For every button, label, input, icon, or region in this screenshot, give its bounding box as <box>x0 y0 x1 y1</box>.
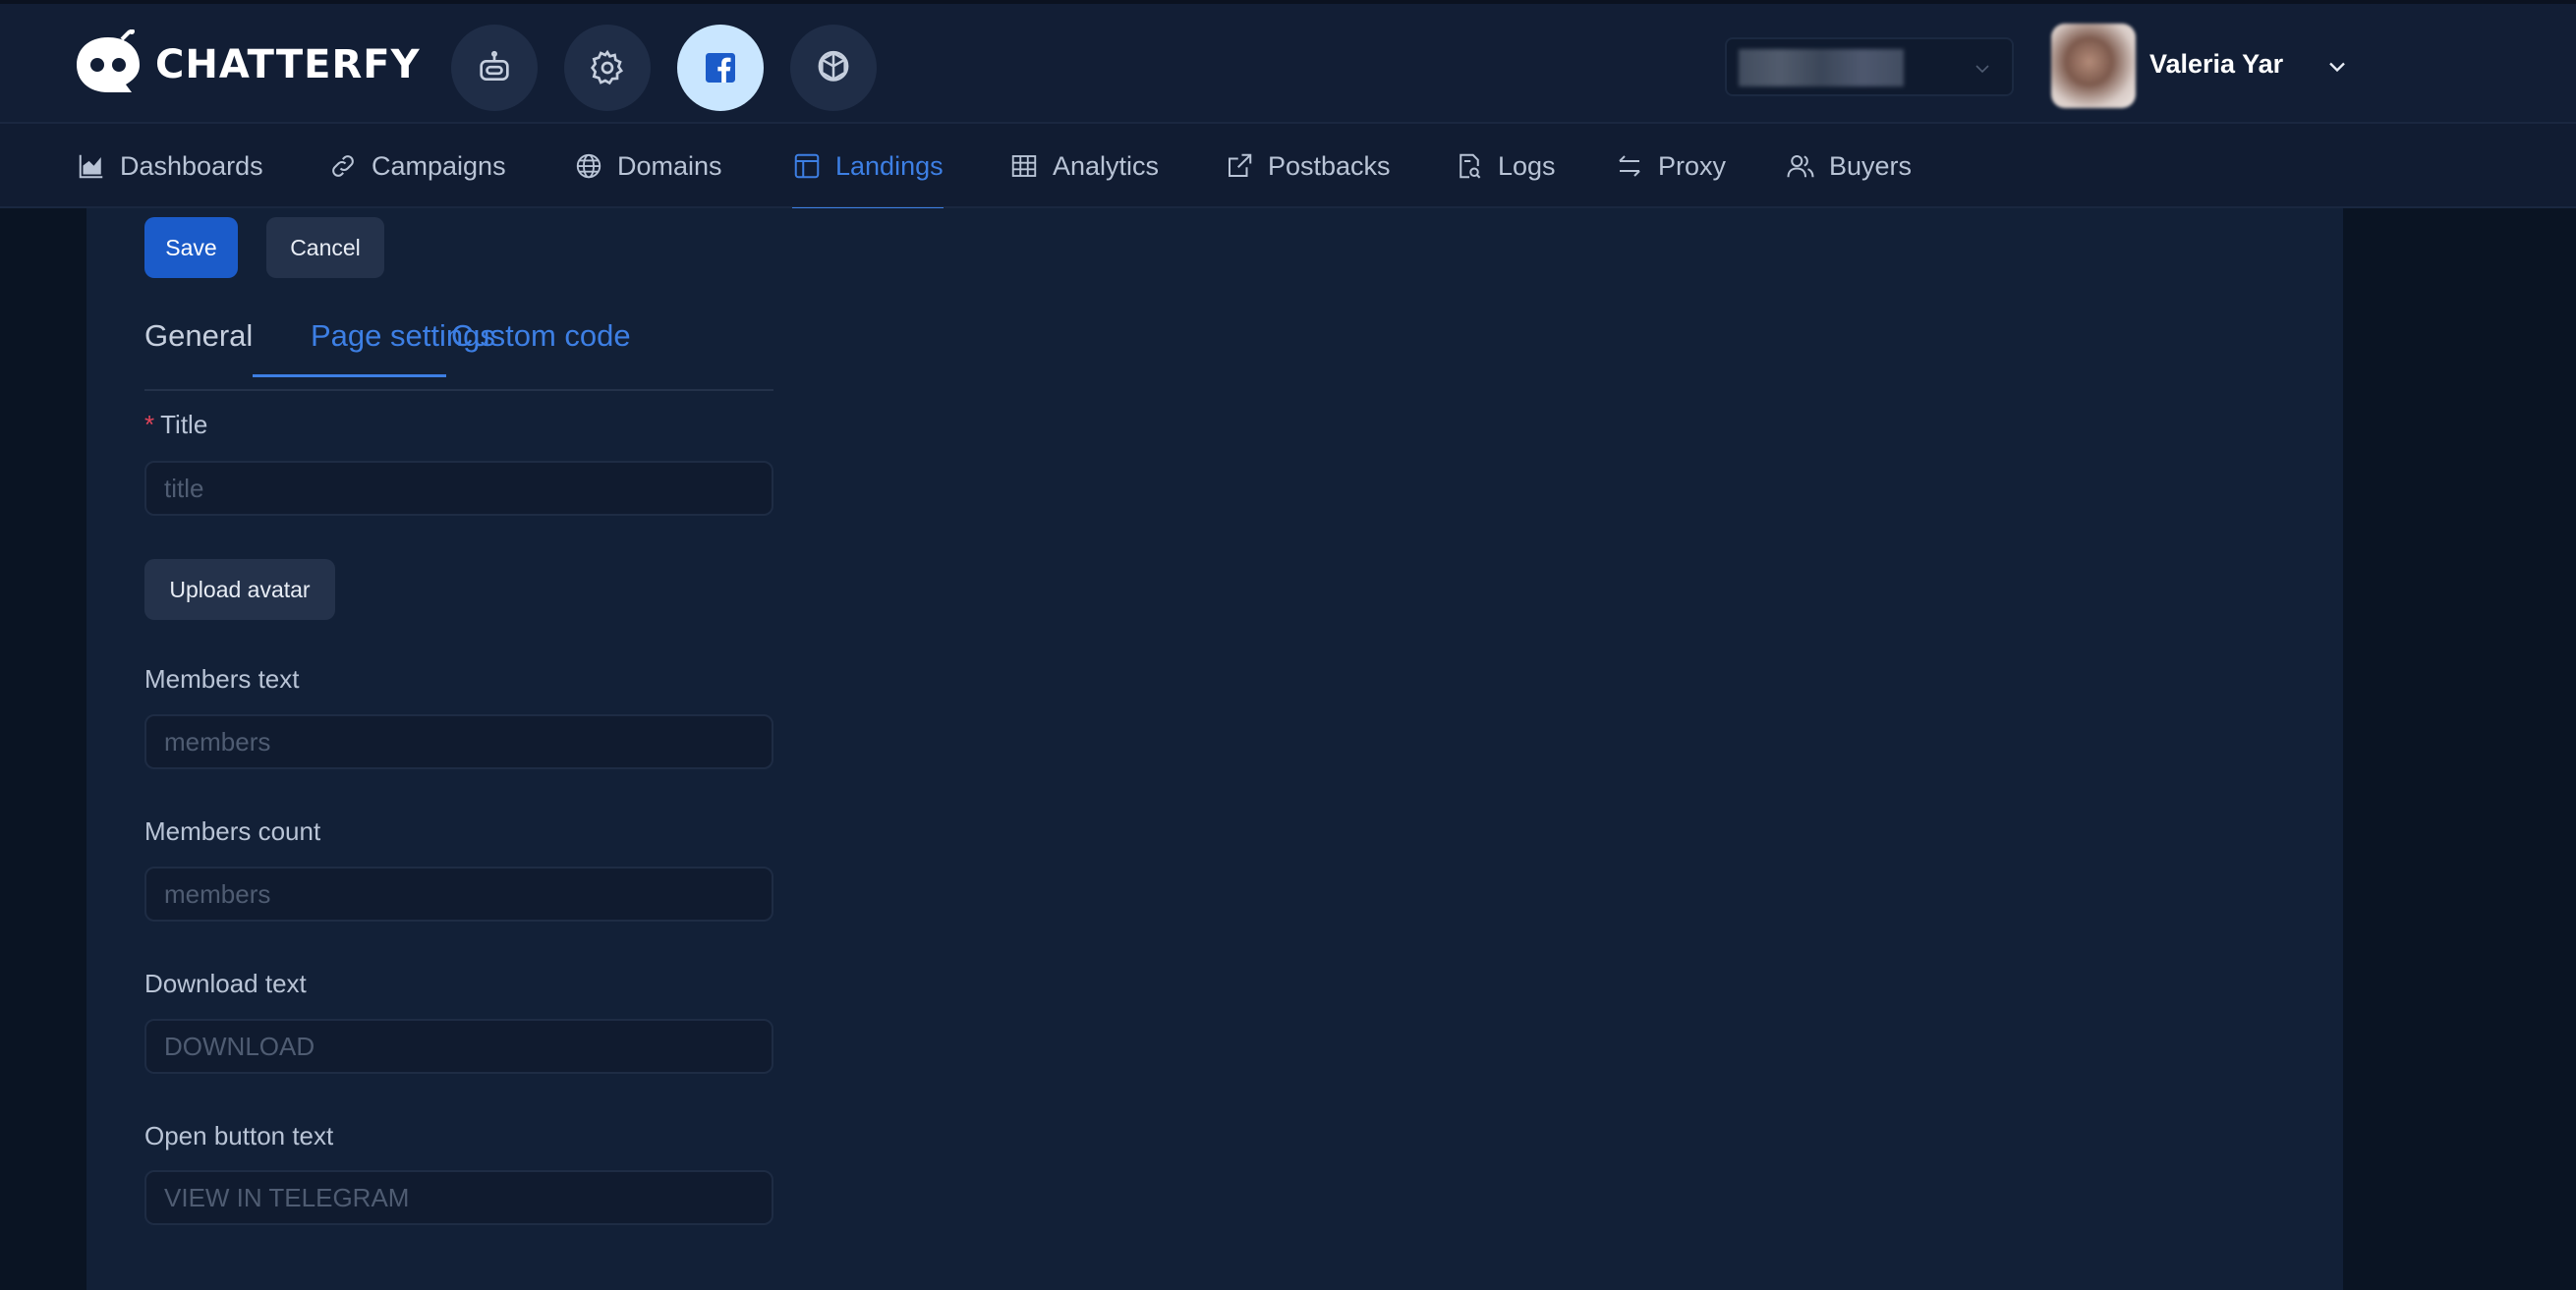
layout-icon <box>794 153 820 179</box>
gear-icon <box>591 49 624 85</box>
top-bar: CHATTERFY Valeria Yar <box>0 0 2576 124</box>
upload-avatar-button[interactable]: Upload avatar <box>144 559 335 620</box>
user-name[interactable]: Valeria Yar <box>2149 49 2283 80</box>
users-icon <box>1787 155 1814 178</box>
download-text-label: Download text <box>144 969 307 998</box>
nav-item-campaigns[interactable]: Campaigns <box>328 124 506 208</box>
save-button[interactable]: Save <box>144 217 238 278</box>
file-search-icon <box>1460 153 1481 179</box>
robot-icon <box>480 50 509 81</box>
nav-item-buyers[interactable]: Buyers <box>1786 124 1912 208</box>
nav-label: Buyers <box>1829 150 1913 181</box>
nav-label: Dashboards <box>120 150 263 181</box>
tab-custom-code[interactable]: Custom code <box>451 318 631 354</box>
settings-button[interactable] <box>564 25 651 111</box>
brand-name: CHATTERFY <box>155 42 421 87</box>
nav-item-postbacks[interactable]: Postbacks <box>1225 124 1391 208</box>
nav-label: Landings <box>835 150 944 181</box>
external-link-icon <box>1229 153 1252 177</box>
nav-label: Analytics <box>1053 150 1160 181</box>
members-text-label: Members text <box>144 664 300 694</box>
tab-general[interactable]: General <box>144 318 253 354</box>
area-chart-icon <box>79 154 103 179</box>
link-icon <box>332 155 354 177</box>
nav-item-analytics[interactable]: Analytics <box>1009 124 1159 208</box>
facebook-mode-button[interactable] <box>677 25 764 111</box>
nav-label: Logs <box>1498 150 1556 181</box>
nav-item-logs[interactable]: Logs <box>1455 124 1556 208</box>
members-text-input[interactable] <box>144 714 773 769</box>
nav-item-proxy[interactable]: Proxy <box>1615 124 1726 208</box>
account-name-redacted <box>1739 49 1904 86</box>
active-tab-indicator <box>253 374 446 377</box>
open-button-text-input[interactable] <box>144 1170 773 1225</box>
openai-mode-button[interactable] <box>790 25 877 111</box>
members-count-label: Members count <box>144 816 321 846</box>
chatterfy-logo-icon <box>77 29 140 92</box>
nav-item-landings[interactable]: Landings <box>792 124 944 210</box>
landing-editor-panel: Save Cancel General Page settings Custom… <box>86 208 2343 1290</box>
bot-mode-button[interactable] <box>451 25 538 111</box>
facebook-icon <box>706 53 735 83</box>
brand-logo[interactable]: CHATTERFY <box>71 29 421 100</box>
chevron-down-icon[interactable] <box>2323 53 2351 81</box>
nav-item-dashboards[interactable]: Dashboards <box>77 124 263 208</box>
table-icon <box>1011 155 1037 177</box>
members-count-input[interactable] <box>144 867 773 922</box>
openai-icon <box>818 50 849 82</box>
nav-item-domains[interactable]: Domains <box>574 124 722 208</box>
title-input[interactable] <box>144 461 773 516</box>
globe-icon <box>576 153 601 179</box>
nav-label: Domains <box>617 150 722 181</box>
settings-tabs: General Page settings Custom code <box>144 297 773 391</box>
account-select[interactable] <box>1725 37 2014 96</box>
chevron-down-icon <box>1975 65 1989 74</box>
main-nav: Dashboards Campaigns Domains Landings An… <box>0 124 2576 210</box>
download-text-input[interactable] <box>144 1019 773 1074</box>
open-button-text-label: Open button text <box>144 1121 334 1150</box>
title-label: * Title <box>144 410 207 440</box>
required-mark: * <box>144 410 155 439</box>
cancel-button[interactable]: Cancel <box>266 217 384 278</box>
nav-label: Postbacks <box>1268 150 1391 181</box>
title-label-text: Title <box>160 410 208 439</box>
nav-label: Campaigns <box>372 150 506 181</box>
avatar[interactable] <box>2051 24 2136 108</box>
swap-icon <box>1619 155 1640 177</box>
nav-label: Proxy <box>1658 150 1727 181</box>
